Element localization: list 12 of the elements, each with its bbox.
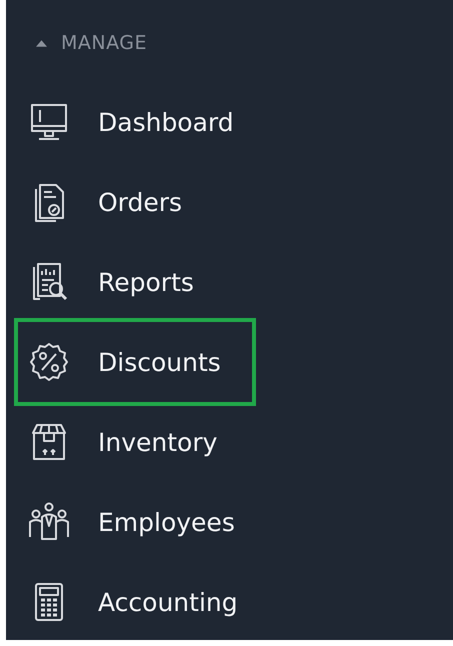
sidebar-item[interactable]: Employees [18, 482, 252, 562]
sidebar-item[interactable]: Orders [18, 162, 252, 242]
people-group-icon [28, 501, 70, 543]
monitor-icon [28, 101, 70, 143]
sidebar-item[interactable]: Dashboard [18, 82, 252, 162]
section-title[interactable]: MANAGE [61, 32, 147, 54]
sidebar-item[interactable]: Reports [18, 242, 252, 322]
sidebar-item[interactable]: Inventory [18, 402, 252, 482]
sidebar-item[interactable]: Discounts [18, 322, 252, 402]
sidebar-item[interactable]: Accounting [18, 562, 252, 640]
collapse-caret-icon[interactable] [36, 40, 47, 46]
percent-badge-icon [28, 341, 70, 383]
